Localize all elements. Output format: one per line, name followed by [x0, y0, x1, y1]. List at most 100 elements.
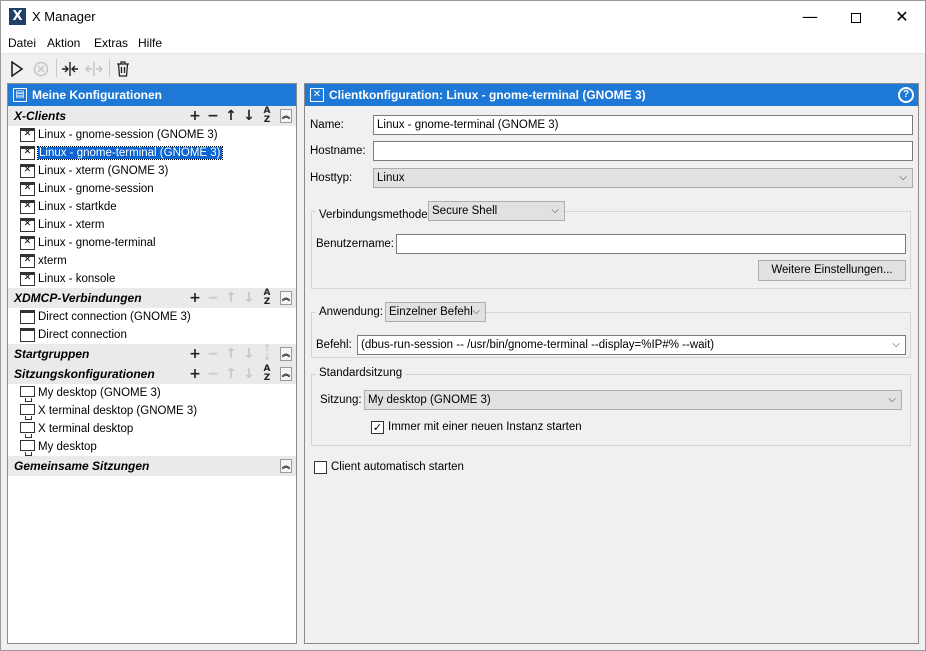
tree-item-xdmcp[interactable]: Direct connection (GNOME 3): [8, 308, 296, 326]
start-button[interactable]: [6, 57, 28, 79]
hostname-field[interactable]: [373, 141, 913, 161]
application-select[interactable]: Einzelner Befehl ⌵: [385, 302, 486, 322]
play-icon: [11, 59, 24, 78]
section-title: Startgruppen: [14, 347, 90, 361]
close-button[interactable]: ✕: [879, 1, 925, 32]
trash-icon: [117, 60, 129, 77]
maximize-button[interactable]: [833, 1, 879, 32]
stop-button[interactable]: [30, 57, 52, 79]
add-icon[interactable]: +: [186, 344, 204, 364]
tree-item-session[interactable]: X terminal desktop (GNOME 3): [8, 402, 296, 420]
move-down-icon[interactable]: ↓: [240, 364, 258, 384]
application-label: Anwendung:: [316, 302, 386, 322]
monitor-icon: [20, 440, 35, 456]
x-client-icon: ✕: [20, 128, 35, 142]
section-x-clients[interactable]: X-Clients + − ↑ ↓ AZ ︽: [8, 106, 296, 126]
hosttype-select[interactable]: Linux ⌵: [373, 168, 913, 188]
tree-item-x-client[interactable]: ✕ Linux - gnome-terminal: [8, 234, 296, 252]
default-session-title: Standardsitzung: [316, 367, 406, 379]
tree-item-x-client[interactable]: ✕ xterm: [8, 252, 296, 270]
maximize-icon: [851, 12, 861, 23]
configurations-panel: ▤ Meine Konfigurationen X-Clients + − ↑ …: [7, 83, 297, 644]
sort-az-icon[interactable]: AZ: [258, 289, 276, 307]
toolbar-separator: [56, 59, 57, 77]
tree-item-x-client[interactable]: ✕ Linux - startkde: [8, 198, 296, 216]
collapse-icon[interactable]: ︽: [280, 347, 292, 361]
add-icon[interactable]: +: [186, 364, 204, 384]
tree-item-x-client[interactable]: ✕ Linux - gnome-session: [8, 180, 296, 198]
move-down-icon[interactable]: ↓: [240, 288, 258, 308]
tree-item-session[interactable]: My desktop: [8, 438, 296, 456]
tree-item-xdmcp[interactable]: Direct connection: [8, 326, 296, 344]
menu-datei[interactable]: Datei: [8, 36, 36, 50]
tree-item-x-client[interactable]: ✕ Linux - xterm: [8, 216, 296, 234]
x-client-icon: ✕: [20, 164, 35, 178]
chevron-down-icon: ⌵: [888, 394, 896, 405]
x-client-icon: ✕: [20, 236, 35, 250]
name-label: Name:: [310, 119, 344, 131]
collapse-icon[interactable]: ︽: [280, 459, 292, 473]
monitor-icon: [20, 386, 35, 402]
help-icon[interactable]: ?: [898, 87, 914, 103]
x-client-icon: ✕: [20, 146, 35, 160]
delete-button[interactable]: [112, 57, 134, 79]
merge-button[interactable]: [59, 57, 81, 79]
move-down-icon[interactable]: ↓: [240, 106, 258, 126]
window-icon: [20, 328, 35, 342]
section-gemeinsame-sitzungen[interactable]: Gemeinsame Sitzungen ︽: [8, 456, 296, 476]
move-up-icon[interactable]: ↑: [222, 364, 240, 384]
move-up-icon[interactable]: ↑: [222, 344, 240, 364]
app-logo-icon: X: [9, 8, 26, 25]
monitor-icon: [20, 422, 35, 438]
tree-item-x-client[interactable]: ✕ Linux - gnome-session (GNOME 3): [8, 126, 296, 144]
client-config-header: ✕ Clientkonfiguration: Linux - gnome-ter…: [305, 84, 918, 106]
default-session-group: [311, 374, 911, 446]
command-label: Befehl:: [316, 339, 352, 351]
chevron-down-icon: ⌵: [551, 205, 559, 216]
split-button[interactable]: [83, 57, 105, 79]
new-instance-checkbox[interactable]: ✓: [371, 421, 384, 434]
tree-item-x-client[interactable]: ✕ Linux - konsole: [8, 270, 296, 288]
tree-item-session[interactable]: My desktop (GNOME 3): [8, 384, 296, 402]
username-field[interactable]: [396, 234, 906, 254]
sort-az-icon[interactable]: AZ: [258, 107, 276, 125]
move-up-icon[interactable]: ↑: [222, 106, 240, 126]
remove-icon[interactable]: −: [204, 106, 222, 126]
sort-az-icon[interactable]: ↑ ↓: [258, 345, 276, 363]
sort-az-icon[interactable]: AZ: [258, 365, 276, 383]
collapse-icon[interactable]: ︽: [280, 291, 292, 305]
tree-item-x-client[interactable]: ✕ Linux - gnome-terminal (GNOME 3): [8, 144, 296, 162]
connection-label: Verbindungsmethode:: [316, 205, 434, 225]
command-select[interactable]: (dbus-run-session -- /usr/bin/gnome-term…: [357, 335, 906, 355]
collapse-icon[interactable]: ︽: [280, 367, 292, 381]
menu-hilfe[interactable]: Hilfe: [138, 36, 162, 50]
username-label: Benutzername:: [316, 238, 394, 250]
name-field[interactable]: Linux - gnome-terminal (GNOME 3): [373, 115, 913, 135]
remove-icon[interactable]: −: [204, 364, 222, 384]
section-startgruppen[interactable]: Startgruppen + − ↑ ↓ ↑ ↓ ︽: [8, 344, 296, 364]
remove-icon[interactable]: −: [204, 344, 222, 364]
move-up-icon[interactable]: ↑: [222, 288, 240, 308]
menu-extras[interactable]: Extras: [94, 36, 128, 50]
move-down-icon[interactable]: ↓: [240, 344, 258, 364]
collapse-icon[interactable]: ︽: [280, 109, 292, 123]
more-settings-button[interactable]: Weitere Einstellungen...: [758, 260, 906, 281]
window-icon: [20, 310, 35, 324]
section-sitzungskonfigurationen[interactable]: Sitzungskonfigurationen + − ↑ ↓ AZ ︽: [8, 364, 296, 384]
connection-method-select[interactable]: Secure Shell ⌵: [428, 201, 565, 221]
minimize-button[interactable]: —: [787, 1, 833, 32]
x-client-icon: ✕: [20, 272, 35, 286]
add-icon[interactable]: +: [186, 288, 204, 308]
section-xdmcp[interactable]: XDMCP-Verbindungen + − ↑ ↓ AZ ︽: [8, 288, 296, 308]
autostart-checkbox[interactable]: [314, 461, 327, 474]
menu-aktion[interactable]: Aktion: [47, 36, 80, 50]
tree-item-x-client[interactable]: ✕ Linux - xterm (GNOME 3): [8, 162, 296, 180]
app-window: X X Manager — ✕ Datei Aktion Extras Hilf…: [0, 0, 926, 651]
stop-icon: [33, 61, 49, 76]
remove-icon[interactable]: −: [204, 288, 222, 308]
add-icon[interactable]: +: [186, 106, 204, 126]
session-select[interactable]: My desktop (GNOME 3) ⌵: [364, 390, 902, 410]
section-title: X-Clients: [14, 109, 67, 123]
tree-item-session[interactable]: X terminal desktop: [8, 420, 296, 438]
book-icon: ▤: [13, 88, 27, 102]
